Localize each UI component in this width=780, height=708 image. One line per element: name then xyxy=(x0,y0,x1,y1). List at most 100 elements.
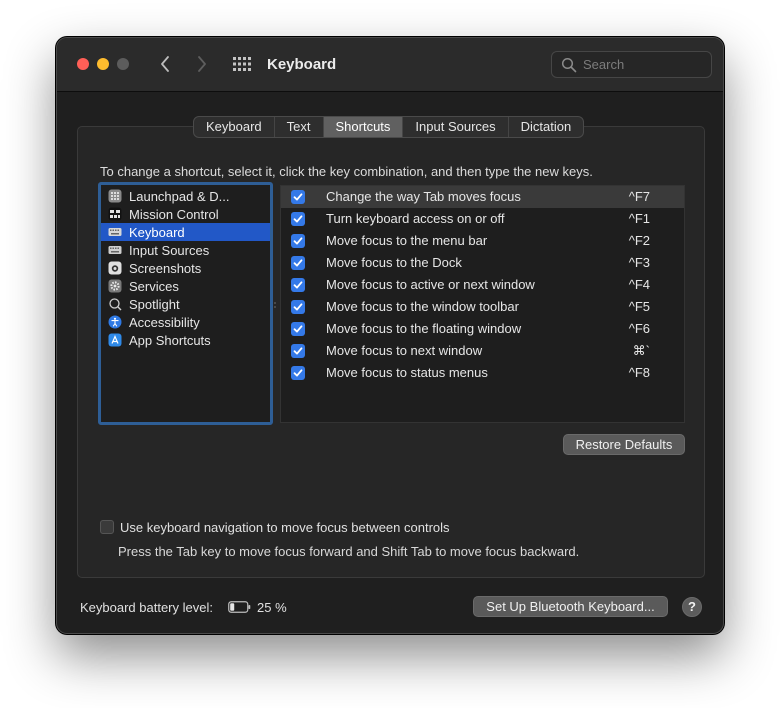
title-bar: Keyboard xyxy=(57,38,723,92)
checkmark-icon xyxy=(293,281,303,289)
checkmark-icon xyxy=(293,215,303,223)
shortcut-key[interactable]: ^F2 xyxy=(629,233,650,248)
sidebar-item-input-sources[interactable]: Input Sources xyxy=(101,241,270,259)
input-sources-icon xyxy=(108,243,122,257)
chevron-left-icon xyxy=(161,56,169,72)
checkmark-icon xyxy=(293,259,303,267)
shortcut-row[interactable]: Turn keyboard access on or off ^F1 xyxy=(281,208,684,230)
shortcut-key[interactable]: ^F4 xyxy=(629,277,650,292)
sidebar-item-accessibility[interactable]: Accessibility xyxy=(101,313,270,331)
forward-button[interactable] xyxy=(191,52,213,76)
keyboard-navigation-checkbox[interactable] xyxy=(100,520,114,534)
shortcut-row[interactable]: Move focus to status menus ^F8 xyxy=(281,362,684,384)
keyboard-icon xyxy=(108,225,122,239)
keyboard-navigation-description: Press the Tab key to move focus forward … xyxy=(118,544,580,559)
sidebar-item-label: Input Sources xyxy=(129,242,210,258)
tab-shortcuts[interactable]: Shortcuts xyxy=(323,117,404,137)
shortcut-checkbox[interactable] xyxy=(291,366,305,380)
tab-keyboard[interactable]: Keyboard xyxy=(194,117,275,137)
show-all-button[interactable] xyxy=(231,54,253,76)
shortcut-key[interactable]: ⌘` xyxy=(633,343,650,359)
tab-input-sources[interactable]: Input Sources xyxy=(403,117,509,137)
mission-control-icon xyxy=(108,207,122,221)
shortcut-key[interactable]: ^F1 xyxy=(629,211,650,226)
shortcut-key[interactable]: ^F5 xyxy=(629,299,650,314)
help-button[interactable]: ? xyxy=(682,597,702,617)
shortcut-row[interactable]: Move focus to active or next window ^F4 xyxy=(281,274,684,296)
shortcut-checkbox[interactable] xyxy=(291,190,305,204)
sidebar-item-spotlight[interactable]: Spotlight xyxy=(101,295,270,313)
chevron-right-icon xyxy=(198,56,206,72)
shortcut-checkbox[interactable] xyxy=(291,300,305,314)
shortcut-checkbox[interactable] xyxy=(291,278,305,292)
shortcut-row[interactable]: Move focus to the window toolbar ^F5 xyxy=(281,296,684,318)
grid-icon xyxy=(233,57,251,71)
sidebar-item-screenshots[interactable]: Screenshots xyxy=(101,259,270,277)
shortcut-checkbox[interactable] xyxy=(291,212,305,226)
search-input[interactable] xyxy=(583,57,703,72)
shortcut-key[interactable]: ^F8 xyxy=(629,365,650,380)
battery-level-label: Keyboard battery level: xyxy=(80,600,213,615)
checkmark-icon xyxy=(293,303,303,311)
gear-icon xyxy=(108,279,122,293)
sidebar-item-keyboard[interactable]: Keyboard xyxy=(101,223,270,241)
checkmark-icon xyxy=(293,325,303,333)
sidebar-item-label: App Shortcuts xyxy=(129,332,211,348)
accessibility-icon xyxy=(108,315,122,329)
checkmark-icon xyxy=(293,237,303,245)
tab-dictation[interactable]: Dictation xyxy=(509,117,584,137)
sidebar-item-services[interactable]: Services xyxy=(101,277,270,295)
sidebar-item-mission-control[interactable]: Mission Control xyxy=(101,205,270,223)
split-handle[interactable] xyxy=(273,301,277,309)
shortcut-label: Move focus to the menu bar xyxy=(326,233,488,248)
shortcut-label: Move focus to next window xyxy=(326,343,483,358)
shortcut-row[interactable]: Move focus to the Dock ^F3 xyxy=(281,252,684,274)
sidebar-item-label: Keyboard xyxy=(129,224,185,240)
checkmark-icon xyxy=(293,347,303,355)
shortcut-row[interactable]: Move focus to the floating window ^F6 xyxy=(281,318,684,340)
battery-icon xyxy=(228,601,251,613)
sidebar-item-label: Mission Control xyxy=(129,206,219,222)
shortcut-checkbox[interactable] xyxy=(291,344,305,358)
shortcut-row[interactable]: Change the way Tab moves focus ^F7 xyxy=(281,186,684,208)
shortcut-key[interactable]: ^F7 xyxy=(629,189,650,204)
minimize-window-button[interactable] xyxy=(97,58,109,70)
sidebar-item-launchpad[interactable]: Launchpad & D... xyxy=(101,187,270,205)
shortcut-label: Change the way Tab moves focus xyxy=(326,189,521,204)
search-field[interactable] xyxy=(551,51,712,78)
shortcut-label: Move focus to active or next window xyxy=(326,277,535,292)
sidebar-item-label: Accessibility xyxy=(129,314,200,330)
launchpad-icon xyxy=(108,189,122,203)
shortcut-key[interactable]: ^F6 xyxy=(629,321,650,336)
sidebar-item-app-shortcuts[interactable]: App Shortcuts xyxy=(101,331,270,349)
shortcut-row[interactable]: Move focus to next window ⌘` xyxy=(281,340,684,362)
preferences-window: Keyboard Keyboard Text Shortcuts Input S… xyxy=(56,37,724,634)
shortcut-key[interactable]: ^F3 xyxy=(629,255,650,270)
back-button[interactable] xyxy=(154,52,176,76)
battery-level-value: 25 % xyxy=(257,600,287,615)
checkmark-icon xyxy=(293,369,303,377)
shortcut-checkbox[interactable] xyxy=(291,256,305,270)
instruction-text: To change a shortcut, select it, click t… xyxy=(100,164,593,179)
sidebar-item-label: Services xyxy=(129,278,179,294)
setup-bluetooth-keyboard-button[interactable]: Set Up Bluetooth Keyboard... xyxy=(473,596,668,617)
keyboard-navigation-label[interactable]: Use keyboard navigation to move focus be… xyxy=(120,520,450,535)
close-window-button[interactable] xyxy=(77,58,89,70)
tab-bar: Keyboard Text Shortcuts Input Sources Di… xyxy=(193,116,585,138)
search-icon xyxy=(561,57,577,72)
shortcut-checkbox[interactable] xyxy=(291,234,305,248)
shortcut-label: Move focus to the window toolbar xyxy=(326,299,519,314)
zoom-window-button[interactable] xyxy=(117,58,129,70)
spotlight-icon xyxy=(108,297,122,311)
shortcut-list: Change the way Tab moves focus ^F7 Turn … xyxy=(280,185,685,423)
shortcut-label: Move focus to the floating window xyxy=(326,321,522,336)
restore-defaults-button[interactable]: Restore Defaults xyxy=(563,434,685,455)
app-store-icon xyxy=(108,333,122,347)
shortcut-row[interactable]: Move focus to the menu bar ^F2 xyxy=(281,230,684,252)
shortcut-checkbox[interactable] xyxy=(291,322,305,336)
tab-text[interactable]: Text xyxy=(275,117,324,137)
sidebar-item-label: Spotlight xyxy=(129,296,180,312)
shortcut-category-list: Launchpad & D... Mission Control Keyboar… xyxy=(98,182,273,425)
window-title: Keyboard xyxy=(267,56,337,73)
sidebar-item-label: Launchpad & D... xyxy=(129,188,230,204)
